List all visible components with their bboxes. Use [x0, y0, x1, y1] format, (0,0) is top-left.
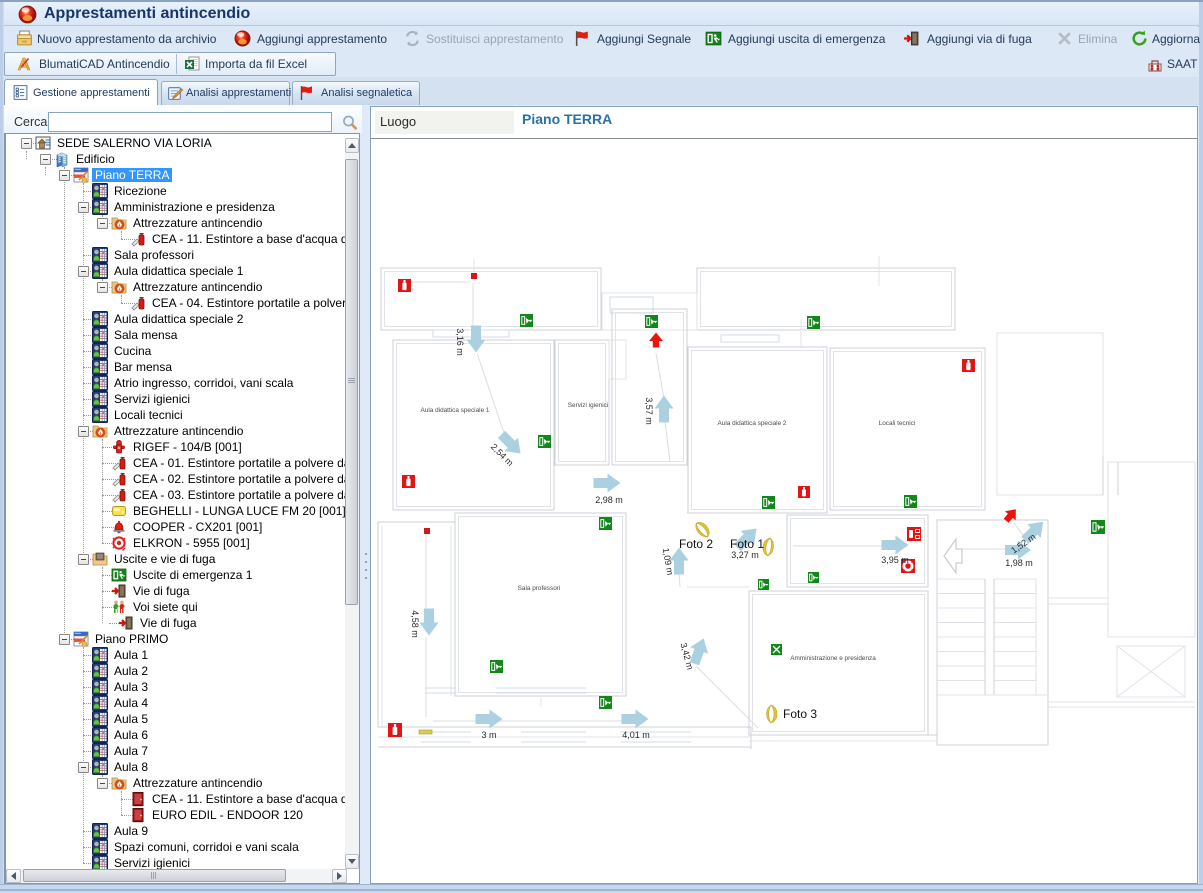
svg-text:2,98 m: 2,98 m [595, 495, 623, 505]
svg-text:4,01 m: 4,01 m [622, 730, 650, 740]
svg-text:Foto 2: Foto 2 [679, 537, 713, 551]
svg-text:Aula didattica speciale 2: Aula didattica speciale 2 [718, 420, 787, 427]
svg-text:Foto 1: Foto 1 [730, 537, 764, 551]
svg-text:3,16 m: 3,16 m [455, 328, 465, 356]
svg-text:Foto 3: Foto 3 [783, 707, 817, 721]
svg-text:Aula didattica speciale 1: Aula didattica speciale 1 [421, 407, 490, 414]
svg-text:Locali tecnici: Locali tecnici [879, 420, 916, 427]
svg-text:1,09 m: 1,09 m [661, 547, 676, 576]
svg-text:3,57 m: 3,57 m [644, 397, 654, 425]
svg-text:4,58 m: 4,58 m [410, 610, 420, 638]
svg-text:3,27 m: 3,27 m [731, 550, 759, 560]
svg-text:Sala professori: Sala professori [518, 585, 561, 592]
svg-text:3 m: 3 m [481, 730, 496, 740]
svg-text:1,98 m: 1,98 m [1005, 558, 1033, 568]
svg-text:3,95 m: 3,95 m [881, 555, 909, 565]
svg-text:Servizi igienici: Servizi igienici [568, 402, 609, 409]
svg-text:Amministrazione e presidenza: Amministrazione e presidenza [790, 655, 876, 662]
